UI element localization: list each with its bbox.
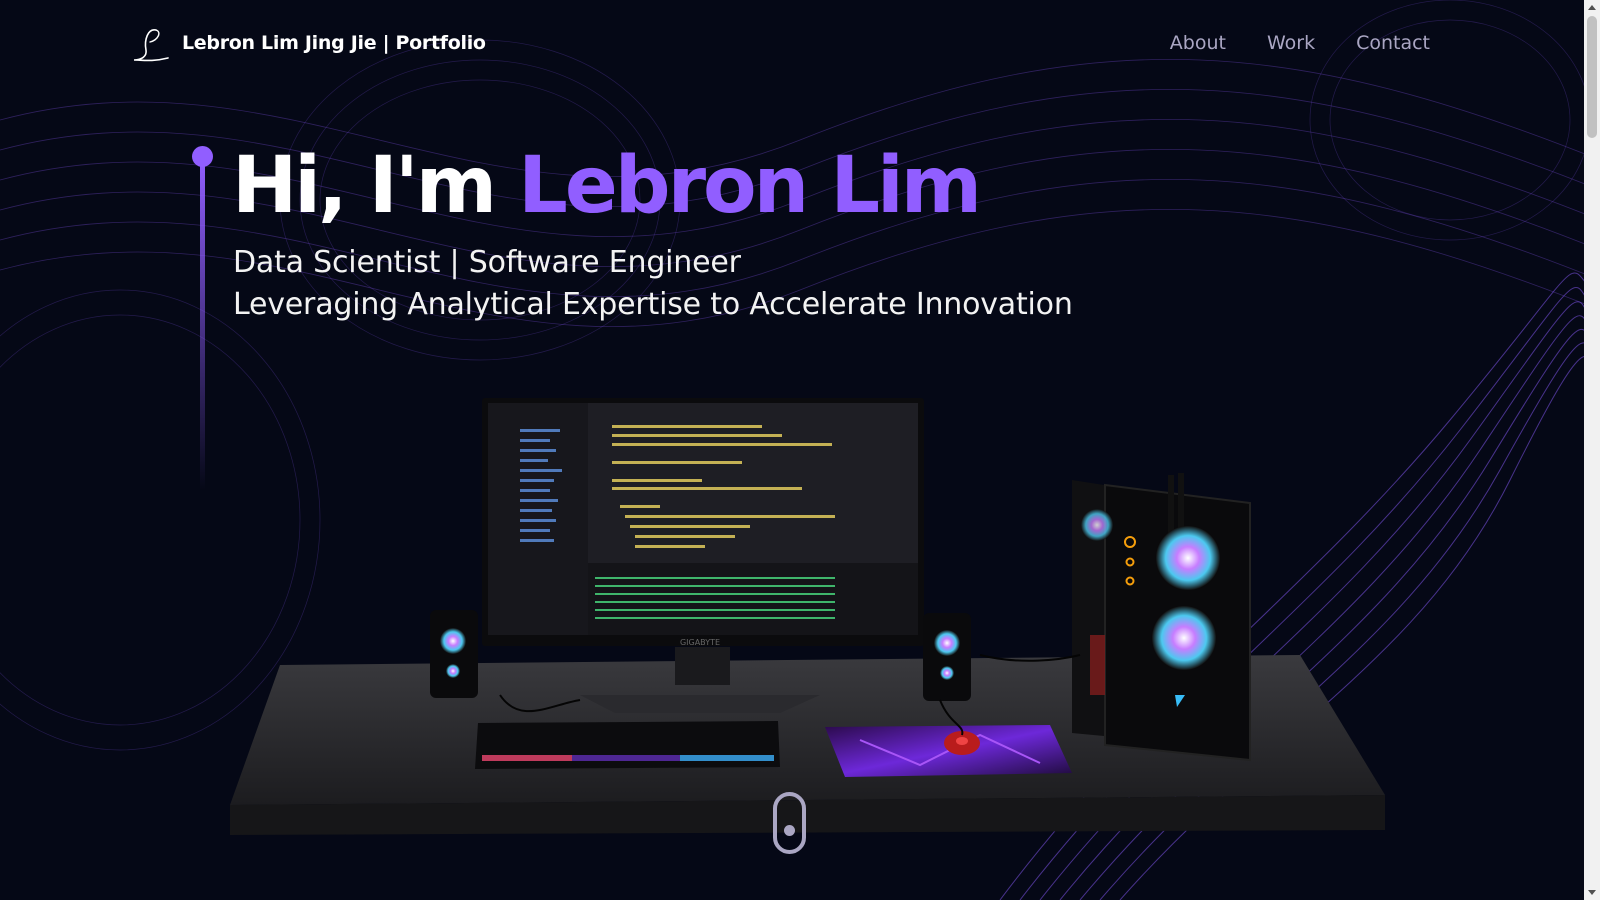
nav-links: About Work Contact	[1170, 32, 1430, 54]
scrollbar-thumb[interactable]	[1587, 16, 1597, 138]
brand-title[interactable]: Lebron Lim Jing Jie | Portfolio	[182, 32, 486, 54]
hero-name: Lebron Lim	[518, 141, 982, 231]
hero-subtitle-tagline: Leveraging Analytical Expertise to Accel…	[233, 287, 1073, 322]
left-speaker	[430, 610, 478, 698]
pc-tower	[1072, 473, 1251, 762]
right-speaker	[923, 613, 971, 701]
nav-link-about[interactable]: About	[1170, 32, 1226, 54]
scroll-up-arrow-icon[interactable]	[1588, 5, 1596, 10]
navbar: Lebron Lim Jing Jie | Portfolio About Wo…	[0, 0, 1584, 90]
scroll-indicator-dot	[784, 825, 795, 836]
hero-accent-line	[200, 160, 205, 490]
mouse-scroll-icon[interactable]	[773, 792, 806, 854]
nav-link-contact[interactable]: Contact	[1356, 32, 1430, 54]
signature-l-logo-icon[interactable]	[128, 26, 172, 64]
mouse-pad	[825, 725, 1072, 777]
desktop-computer-3d-model[interactable]: GIGABYTE	[220, 395, 1420, 855]
hero-greeting: Hi, I'm	[232, 141, 519, 231]
monitor-stand	[675, 647, 730, 685]
hero-heading: Hi, I'm Lebron Lim	[232, 138, 982, 234]
nav-link-work[interactable]: Work	[1267, 32, 1315, 54]
scroll-down-arrow-icon[interactable]	[1588, 890, 1596, 895]
monitor-brand-label: GIGABYTE	[680, 638, 720, 647]
hero-subtitle-role: Data Scientist | Software Engineer	[233, 245, 741, 280]
keyboard	[475, 721, 780, 769]
page-scrollbar[interactable]	[1584, 0, 1600, 900]
